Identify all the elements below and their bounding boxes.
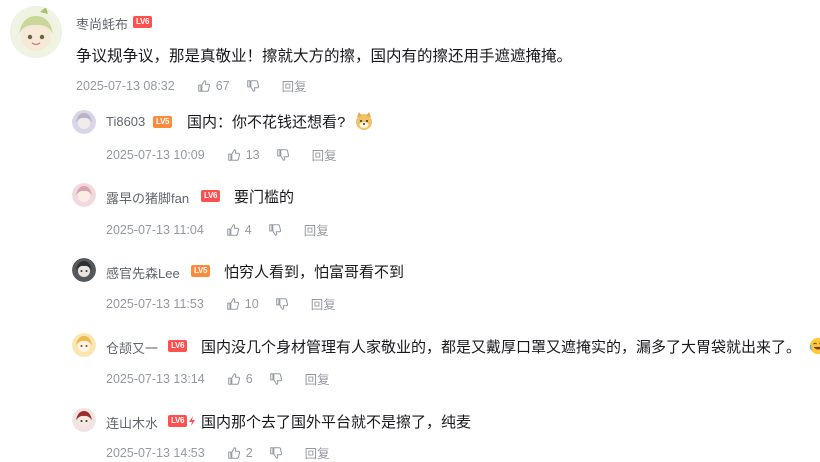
- thumbs-down-icon: [269, 446, 282, 459]
- reply-meta: 2025-07-13 11:53 10 回复: [106, 294, 336, 313]
- reply-button[interactable]: 回复: [282, 76, 307, 95]
- reply-text: 国内：你不花钱还想看?: [187, 111, 374, 135]
- dislike-button[interactable]: [275, 297, 289, 311]
- like-button[interactable]: 13: [227, 148, 260, 162]
- dislike-button[interactable]: [269, 446, 283, 460]
- username[interactable]: Ti8603: [106, 114, 145, 129]
- like-count: 4: [244, 222, 252, 237]
- like-count: 13: [245, 147, 260, 162]
- like-count: 10: [244, 296, 259, 311]
- username[interactable]: 露早の猪脚fan: [106, 188, 189, 207]
- timestamp: 2025-07-13 13:14: [106, 371, 205, 386]
- like-button[interactable]: 6: [227, 372, 253, 386]
- username[interactable]: 连山木水: [106, 413, 158, 432]
- like-count: 2: [245, 445, 253, 460]
- reply-text: 怕穷人看到，怕富哥看不到: [224, 264, 405, 281]
- dislike-button[interactable]: [269, 372, 283, 386]
- reply-button[interactable]: 回复: [311, 294, 336, 313]
- username[interactable]: 枣尚蚝布: [76, 14, 128, 33]
- thumbs-down-icon: [269, 372, 282, 385]
- reply-meta: 2025-07-13 13:14 6 回复: [106, 369, 330, 388]
- avatar[interactable]: [72, 333, 96, 357]
- like-button[interactable]: 67: [197, 79, 230, 93]
- timestamp: 2025-07-13 11:04: [106, 222, 204, 237]
- username[interactable]: 感官先森Lee: [106, 263, 180, 282]
- avatar[interactable]: [72, 408, 96, 432]
- level-badge: LV6: [201, 190, 221, 202]
- reply-meta: 2025-07-13 11:04 4 回复: [106, 220, 329, 239]
- reply-button[interactable]: 回复: [304, 220, 329, 239]
- avatar[interactable]: [72, 258, 96, 282]
- level-badge: LV5: [153, 116, 173, 128]
- thumbs-down-icon: [275, 297, 288, 310]
- avatar[interactable]: [10, 6, 62, 58]
- dislike-button[interactable]: [246, 79, 260, 93]
- reply-meta: 2025-07-13 14:53 2 回复: [106, 443, 330, 462]
- reply-text: 要门槛的: [234, 189, 295, 206]
- dislike-button[interactable]: [276, 148, 290, 162]
- reply-text: 国内没几个身材管理有人家敬业的，都是又戴厚口罩又遮掩实的，漏多了大胃袋就出来了。: [201, 336, 820, 359]
- level-badge: LV6: [168, 340, 188, 352]
- comment-text: 争议规争议，那是真敬业！擦就大方的擦，国内有的擦还用手遮遮掩掩。: [76, 48, 573, 65]
- like-button[interactable]: 10: [226, 297, 259, 311]
- thumbs-down-icon: [276, 148, 289, 161]
- level-badge: LV6: [168, 415, 196, 427]
- dislike-button[interactable]: [268, 223, 282, 237]
- timestamp: 2025-07-13 14:53: [106, 445, 205, 460]
- avatar[interactable]: [72, 110, 96, 134]
- timestamp: 2025-07-13 10:09: [106, 147, 205, 162]
- reply-meta: 2025-07-13 10:09 13 回复: [106, 145, 337, 164]
- timestamp: 2025-07-13 08:32: [76, 78, 175, 93]
- comment-meta: 2025-07-13 08:32 67 回复: [76, 76, 307, 95]
- like-button[interactable]: 2: [227, 446, 253, 460]
- lightning-icon: [189, 416, 196, 426]
- timestamp: 2025-07-13 11:53: [106, 296, 204, 311]
- thumbs-down-icon: [268, 223, 281, 236]
- reply-button[interactable]: 回复: [305, 443, 330, 462]
- laughing-crying-emoji: [809, 337, 820, 359]
- thumbs-up-icon: [197, 79, 210, 92]
- reply-text: 国内那个去了国外平台就不是擦了，纯麦: [201, 414, 472, 431]
- thumbs-down-icon: [246, 79, 259, 92]
- username[interactable]: 仓颉又一: [106, 338, 158, 357]
- reply-button[interactable]: 回复: [312, 145, 337, 164]
- thumbs-up-icon: [227, 148, 240, 161]
- thumbs-up-icon: [227, 372, 240, 385]
- like-button[interactable]: 4: [226, 223, 252, 237]
- reply-button[interactable]: 回复: [305, 369, 330, 388]
- thumbs-up-icon: [227, 223, 239, 236]
- like-count: 67: [215, 78, 230, 93]
- avatar[interactable]: [72, 183, 96, 207]
- thumbs-up-icon: [227, 297, 239, 310]
- level-badge: LV5: [191, 265, 211, 277]
- thumbs-up-icon: [227, 446, 240, 459]
- level-badge: LV6: [133, 16, 153, 28]
- like-count: 6: [245, 371, 253, 386]
- doge-emoji: [354, 111, 374, 135]
